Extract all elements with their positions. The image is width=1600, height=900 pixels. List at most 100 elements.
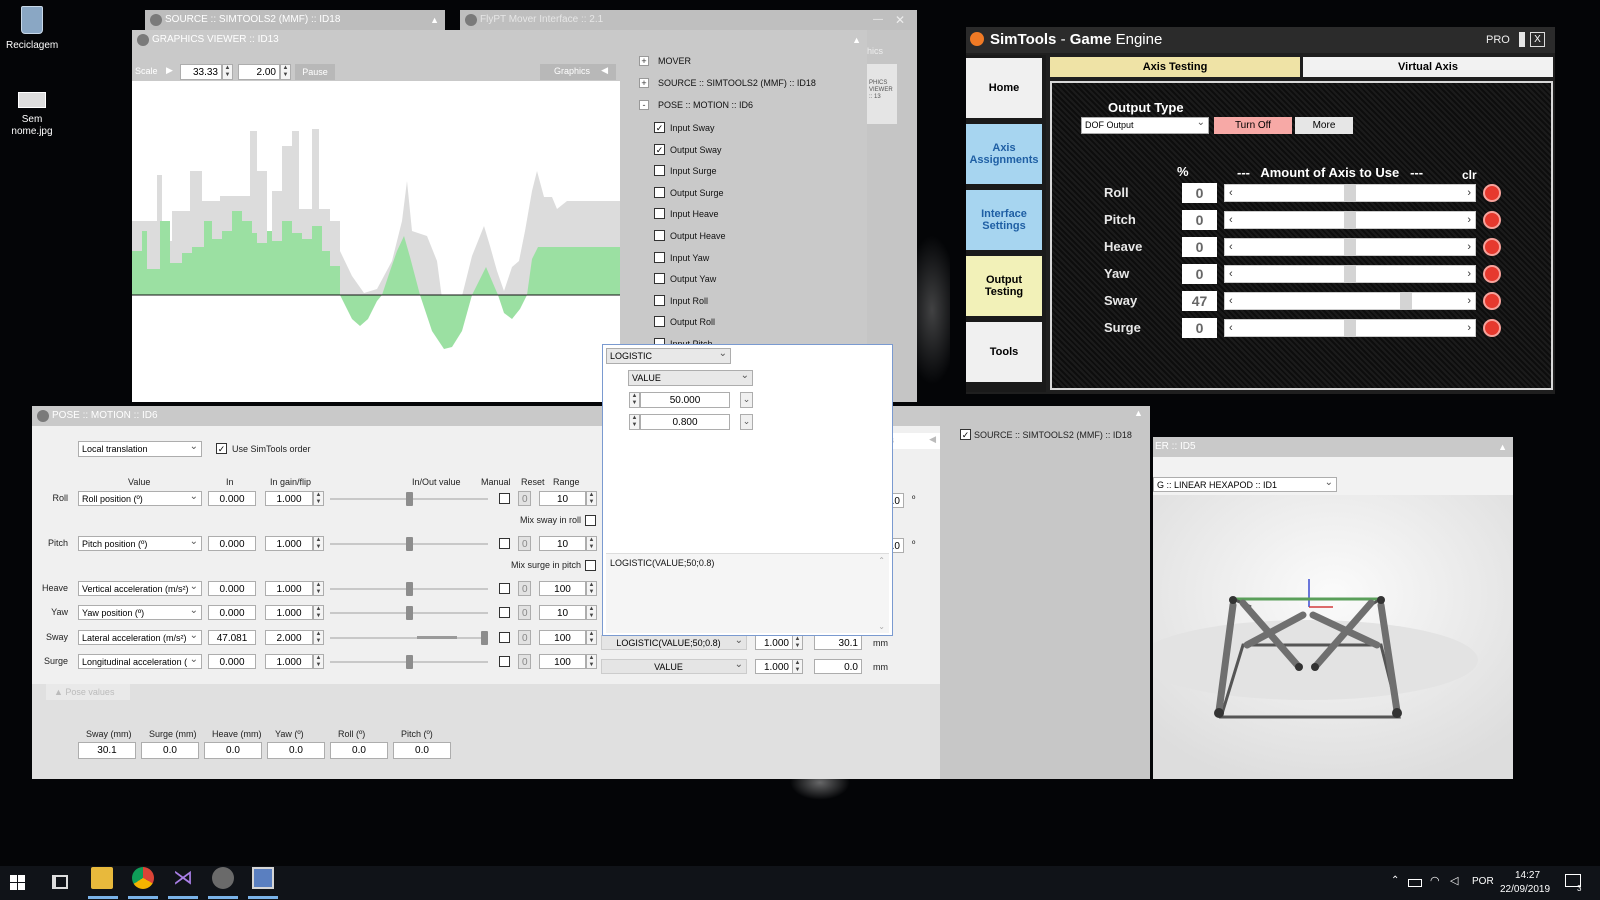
- rig-select[interactable]: G :: LINEAR HEXAPOD :: ID1: [1153, 477, 1337, 492]
- pose-range-input[interactable]: 100: [539, 630, 586, 645]
- slider-right-arrow-icon[interactable]: ›: [1467, 239, 1471, 255]
- pose-gain-spinner[interactable]: ▲ ▼: [313, 536, 324, 551]
- sway-filter-select[interactable]: LOGISTIC(VALUE;50;0.8): [601, 635, 747, 650]
- source-window-titlebar[interactable]: SOURCE :: SIMTOOLS2 (MMF) :: ID18 ▲: [145, 10, 445, 30]
- collapse-icon[interactable]: ▲: [430, 10, 439, 30]
- param1-dropdown[interactable]: ⌄: [740, 392, 753, 408]
- pose-reset-button[interactable]: 0: [518, 605, 531, 620]
- pose-manual-checkbox[interactable]: [499, 583, 510, 594]
- slider-thumb[interactable]: [1399, 293, 1412, 309]
- close-icon[interactable]: ✕: [895, 10, 905, 30]
- slider-left-arrow-icon[interactable]: ‹: [1229, 293, 1233, 309]
- axis-slider[interactable]: ‹ ›: [1224, 265, 1476, 283]
- collapse-pose-toggle[interactable]: -: [639, 100, 649, 110]
- clear-axis-button[interactable]: [1483, 292, 1501, 310]
- slider-left-arrow-icon[interactable]: ‹: [1229, 266, 1233, 282]
- pose-gain-input[interactable]: 1.000: [265, 605, 313, 620]
- tree-check-output-sway-checkbox[interactable]: ✓: [654, 143, 665, 155]
- pose-reset-button[interactable]: 0: [518, 654, 531, 669]
- chrome-icon[interactable]: [132, 867, 154, 889]
- slider-left-arrow-icon[interactable]: ‹: [1229, 212, 1233, 228]
- slider-left-arrow-icon[interactable]: ‹: [1229, 320, 1233, 336]
- file-explorer-icon[interactable]: [91, 867, 113, 889]
- scale-spinner[interactable]: ▲ ▼: [222, 64, 233, 80]
- pose-range-spinner[interactable]: ▲ ▼: [586, 536, 597, 551]
- simtools-close-button[interactable]: X: [1530, 32, 1545, 47]
- turn-off-button[interactable]: Turn Off: [1214, 117, 1292, 134]
- tree-check-input-yaw-checkbox[interactable]: [654, 251, 665, 263]
- translation-mode-select[interactable]: Local translation: [78, 441, 202, 457]
- task-view-icon[interactable]: [52, 875, 68, 889]
- step-input[interactable]: 2.00: [238, 64, 280, 80]
- slider-thumb[interactable]: [1344, 185, 1356, 201]
- axis-slider[interactable]: ‹ ›: [1224, 184, 1476, 202]
- slider-thumb[interactable]: [1344, 212, 1356, 228]
- pose-values-toggle[interactable]: ▲ Pose values: [46, 684, 130, 700]
- pose-gain-input[interactable]: 1.000: [265, 491, 313, 506]
- tab-axis-testing[interactable]: Axis Testing: [1050, 57, 1300, 77]
- slider-left-arrow-icon[interactable]: ‹: [1229, 239, 1233, 255]
- pose-reset-button[interactable]: 0: [518, 630, 531, 645]
- tree-check-input-roll-checkbox[interactable]: [654, 294, 665, 306]
- slider-right-arrow-icon[interactable]: ›: [1467, 212, 1471, 228]
- axis-slider[interactable]: ‹ ›: [1224, 238, 1476, 256]
- clear-axis-button[interactable]: [1483, 265, 1501, 283]
- pause-button[interactable]: Pause: [295, 64, 335, 80]
- pose-manual-checkbox[interactable]: [499, 538, 510, 549]
- pose-source-select[interactable]: Pitch position (º): [78, 536, 202, 551]
- expand-mover-toggle[interactable]: +: [639, 56, 649, 66]
- slider-right-arrow-icon[interactable]: ›: [1467, 185, 1471, 201]
- pose-manual-checkbox[interactable]: [499, 607, 510, 618]
- clear-axis-button[interactable]: [1483, 238, 1501, 256]
- pose-range-input[interactable]: 10: [539, 491, 586, 506]
- axis-percent-value[interactable]: 0: [1182, 264, 1217, 284]
- more-button[interactable]: More: [1295, 117, 1353, 134]
- mix-sway-in-roll-checkbox[interactable]: [585, 515, 596, 526]
- visual-studio-icon[interactable]: ⋊: [172, 867, 194, 889]
- pose-inout-thumb[interactable]: [405, 537, 413, 551]
- pose-gain-spinner[interactable]: ▲ ▼: [313, 491, 324, 506]
- tab-virtual-axis[interactable]: Virtual Axis: [1303, 57, 1553, 77]
- sway-filter-gain[interactable]: 1.000: [755, 635, 793, 650]
- pose-source-select[interactable]: Yaw position (º): [78, 605, 202, 620]
- pose-range-spinner[interactable]: ▲ ▼: [586, 491, 597, 506]
- axis-percent-value[interactable]: 0: [1182, 237, 1217, 257]
- desktop-icon-image-file[interactable]: Sem nome.jpg: [6, 92, 58, 144]
- mix-surge-in-pitch-checkbox[interactable]: [585, 560, 596, 571]
- pose-reset-button[interactable]: 0: [518, 491, 531, 506]
- argument-select[interactable]: VALUE: [628, 370, 753, 386]
- scale-play-icon[interactable]: ▶: [166, 65, 173, 76]
- simtools-titlebar[interactable]: SimTools - Game Engine PRO X: [966, 27, 1555, 53]
- pose-inout-thumb[interactable]: [405, 606, 413, 620]
- language-indicator[interactable]: POR: [1472, 876, 1494, 887]
- expand-source-toggle[interactable]: +: [639, 78, 649, 88]
- pose-source-select[interactable]: Vertical acceleration (m/s²): [78, 581, 202, 596]
- slider-right-arrow-icon[interactable]: ›: [1467, 293, 1471, 309]
- slider-thumb[interactable]: [1344, 320, 1356, 336]
- nav-interface-settings-button[interactable]: Interface Settings: [966, 190, 1042, 250]
- pose-range-spinner[interactable]: ▲ ▼: [586, 605, 597, 620]
- minimize-icon[interactable]: —: [873, 10, 883, 30]
- pose-range-spinner[interactable]: ▲ ▼: [586, 654, 597, 669]
- param1-input[interactable]: 50.000: [640, 392, 730, 408]
- pose-gain-spinner[interactable]: ▲ ▼: [313, 654, 324, 669]
- source-panel-collapse-icon[interactable]: ▲: [1134, 408, 1143, 418]
- pose-gain-spinner[interactable]: ▲ ▼: [313, 630, 324, 645]
- pose-range-input[interactable]: 10: [539, 536, 586, 551]
- battery-icon[interactable]: [1408, 879, 1422, 887]
- pose-source-select[interactable]: Longitudinal acceleration (: [78, 654, 202, 669]
- surge-filter-gain-spinner[interactable]: ▲ ▼: [792, 659, 803, 674]
- flypt-taskbar-icon[interactable]: [252, 867, 274, 889]
- nav-tools-button[interactable]: Tools: [966, 322, 1042, 382]
- clear-axis-button[interactable]: [1483, 184, 1501, 202]
- step-spinner[interactable]: ▲ ▼: [280, 64, 291, 80]
- surge-filter-select[interactable]: VALUE: [601, 659, 747, 674]
- nav-output-testing-button[interactable]: Output Testing: [966, 256, 1042, 316]
- tree-check-output-roll-checkbox[interactable]: [654, 316, 665, 328]
- pose-range-input[interactable]: 100: [539, 581, 586, 596]
- scroll-up-icon[interactable]: ⌃: [878, 556, 885, 565]
- pose-range-input[interactable]: 10: [539, 605, 586, 620]
- collapse-icon[interactable]: ▲: [1498, 437, 1507, 457]
- scroll-down-icon[interactable]: ⌄: [878, 622, 885, 631]
- pose-reset-button[interactable]: 0: [518, 536, 531, 551]
